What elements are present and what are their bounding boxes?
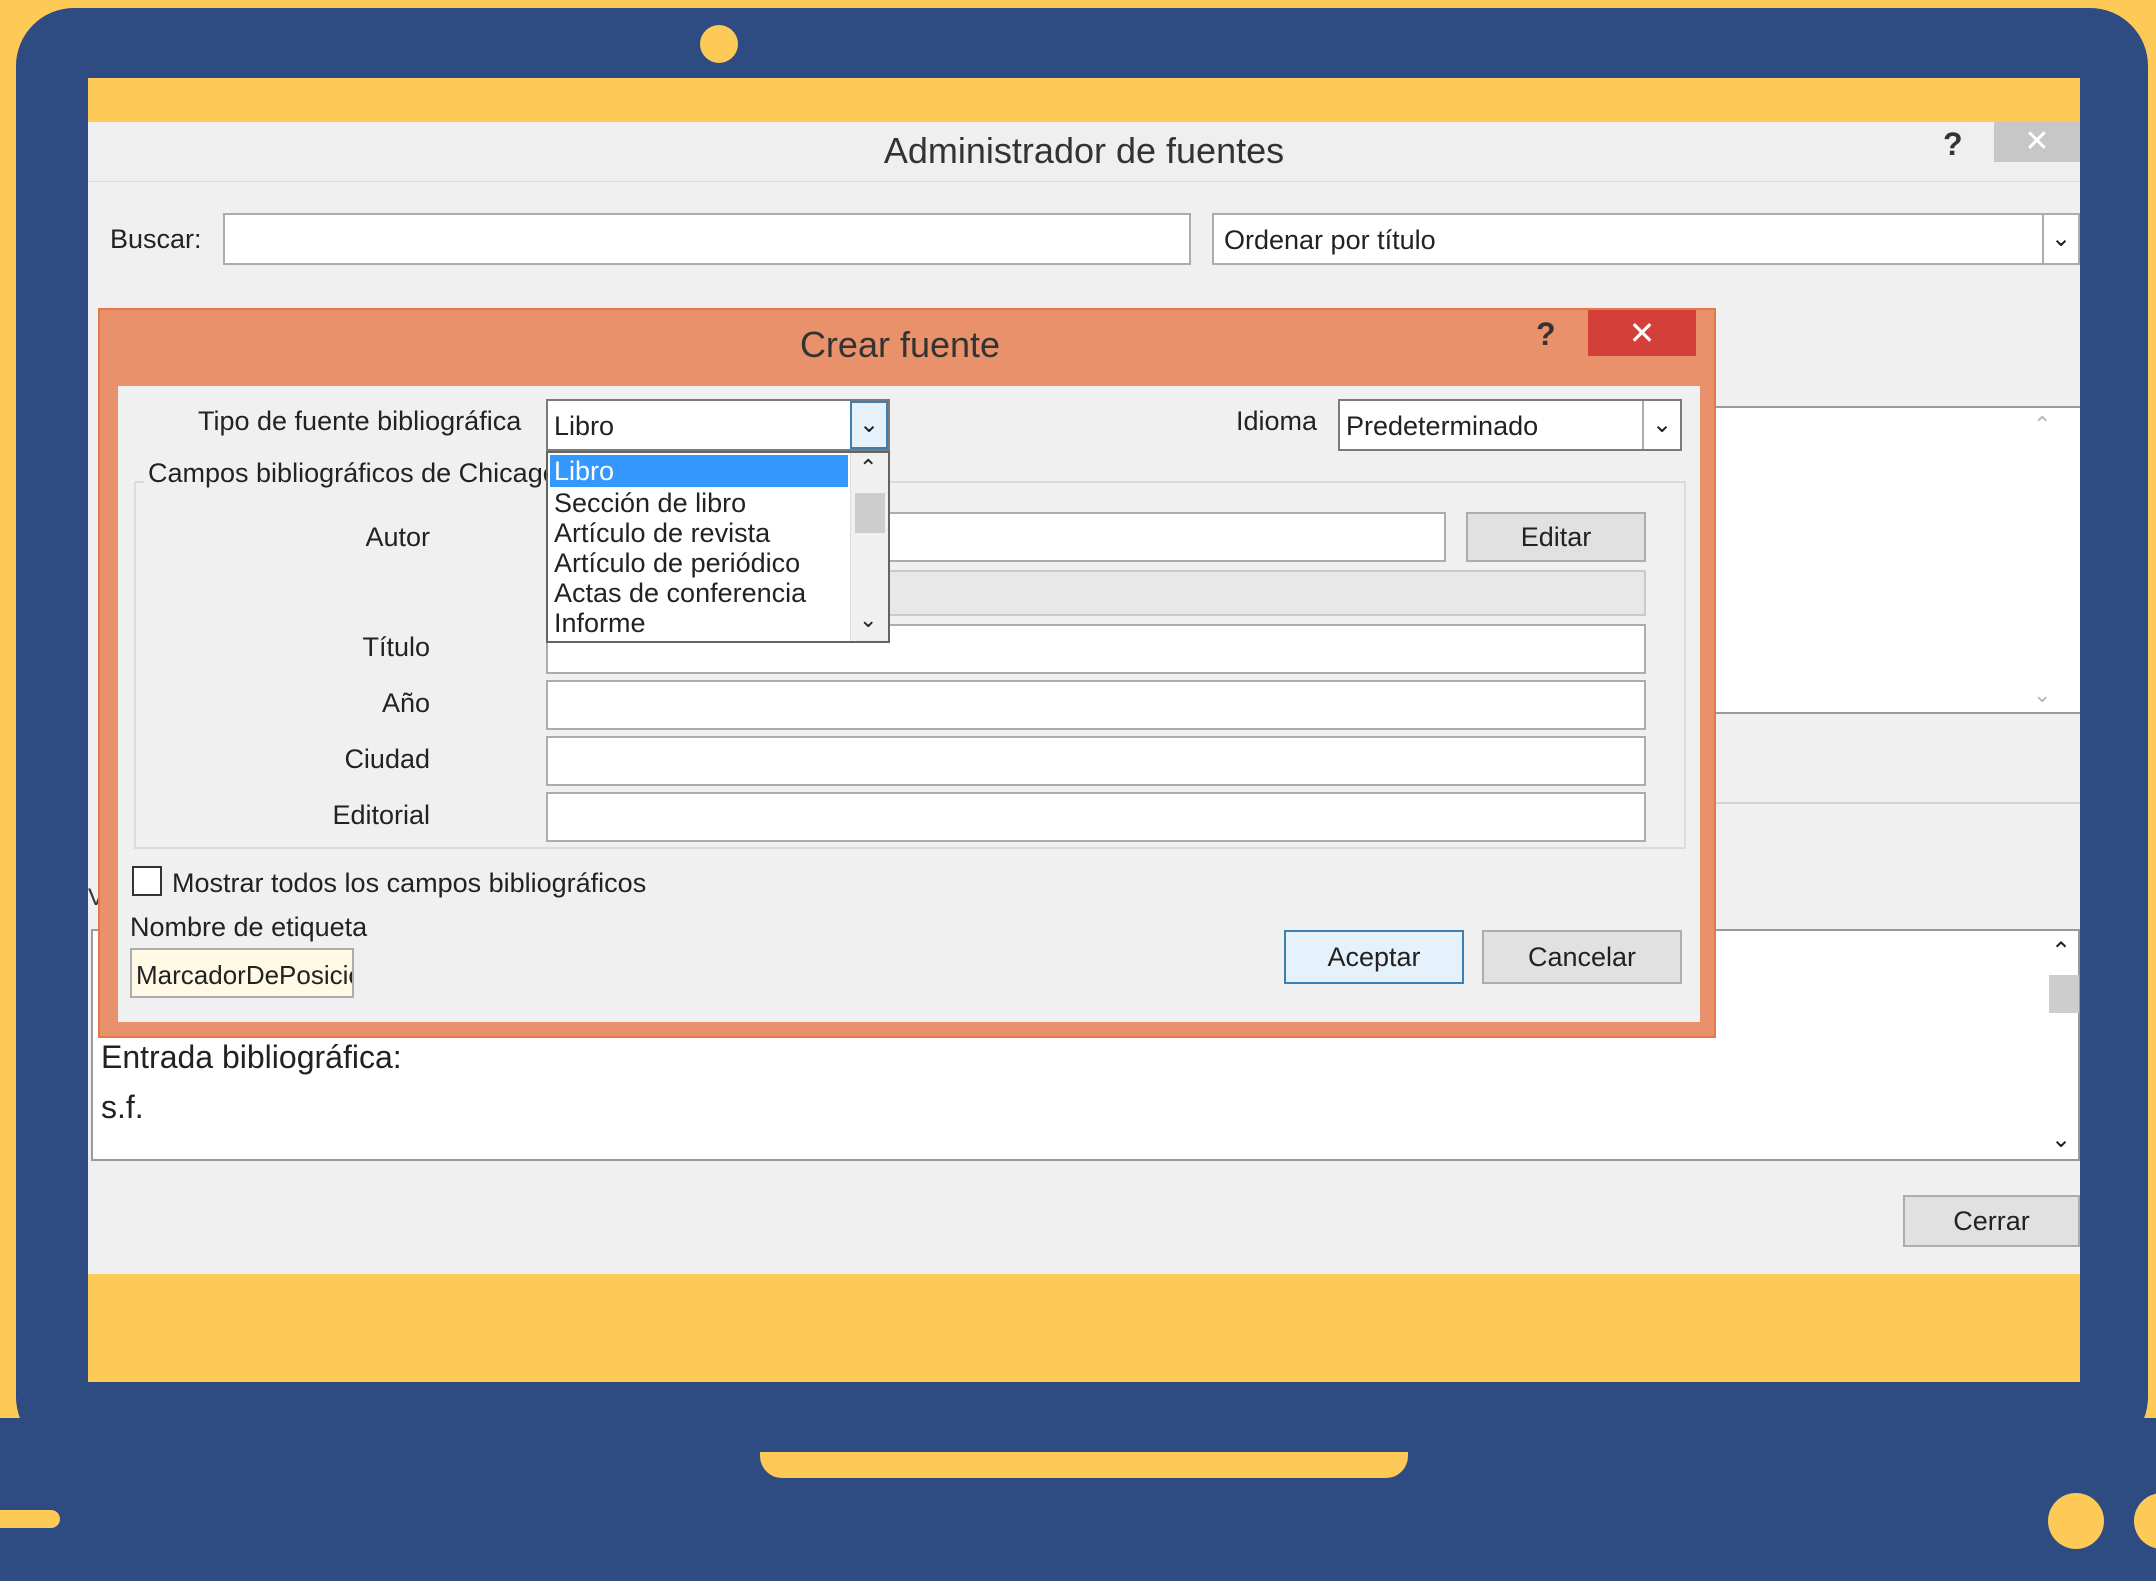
tag-name-label: Nombre de etiqueta [130,912,368,942]
tag-name-input[interactable]: MarcadorDePosicio [130,948,354,998]
scroll-thumb[interactable] [2049,975,2079,1013]
chevron-down-icon[interactable]: ⌄ [850,401,888,449]
edit-button[interactable]: Editar [1466,512,1646,562]
preview-text: s.f. [101,1089,144,1125]
city-label: Ciudad [344,744,430,774]
author-label: Autor [365,522,430,552]
dropdown-option[interactable]: Informe [550,607,848,639]
group-label: Campos bibliográficos de Chicago, [144,458,570,489]
chevron-down-icon[interactable]: ⌄ [2033,682,2051,708]
close-icon[interactable]: ✕ [1588,310,1696,356]
language-value: Predeterminado [1346,411,1539,441]
source-type-select[interactable]: Libro ⌄ [546,399,890,451]
show-all-fields-checkbox[interactable] [132,866,162,896]
chevron-down-icon[interactable]: ⌄ [1642,401,1680,449]
cancel-button[interactable]: Cancelar [1482,930,1682,984]
dropdown-option[interactable]: Libro [550,455,848,487]
laptop-hinge [760,1452,1408,1478]
year-input[interactable] [546,680,1646,730]
language-label: Idioma [1236,406,1318,436]
search-input[interactable] [223,213,1191,265]
search-label: Buscar: [110,224,202,254]
source-type-value: Libro [554,411,615,441]
laptop-screen: Administrador de fuentes ? ✕ Buscar: Ord… [88,78,2080,1382]
publisher-label: Editorial [332,800,430,830]
preview-heading: Entrada bibliográfica: [101,1039,402,1075]
help-icon[interactable]: ? [1943,126,1963,163]
dialog-body: Tipo de fuente bibliográfica Libro ⌄ Idi… [118,386,1700,1022]
camera-dot [700,25,738,63]
chevron-down-icon[interactable]: ⌄ [2051,1125,2071,1154]
year-label: Año [381,688,430,718]
divider [1688,802,2080,804]
sort-select-value: Ordenar por título [1224,225,1436,255]
dropdown-option[interactable]: Actas de conferencia [550,577,848,609]
close-button[interactable]: Cerrar [1903,1195,2080,1247]
scroll-thumb[interactable] [855,493,885,533]
decorative-line [0,1510,60,1528]
dropdown-option[interactable]: Artículo de periódico [550,547,848,579]
chevron-down-icon[interactable]: ⌄ [2042,215,2078,263]
show-all-fields-label[interactable]: Mostrar todos los campos bibliográficos [172,868,646,899]
chevron-up-icon[interactable]: ⌃ [2033,412,2051,438]
language-select[interactable]: Predeterminado ⌄ [1338,399,1682,451]
source-type-dropdown-list[interactable]: Libro Sección de libro Artículo de revis… [546,451,890,643]
decorative-dot [2048,1493,2104,1549]
title-label: Título [362,632,430,662]
tag-name-value: MarcadorDePosicio [136,960,354,990]
preview-scrollbar[interactable]: ⌃ ⌄ [2049,933,2079,1159]
close-icon[interactable]: ✕ [1994,122,2080,162]
help-icon[interactable]: ? [1536,316,1556,353]
dropdown-option[interactable]: Artículo de revista [550,517,848,549]
chevron-up-icon[interactable]: ⌃ [859,455,877,481]
laptop-base [0,1418,2156,1581]
dropdown-scrollbar[interactable]: ⌃ ⌄ [850,453,888,641]
sort-select[interactable]: Ordenar por título ⌄ [1212,213,2080,265]
current-list-panel[interactable] [1688,406,2080,714]
dropdown-option[interactable]: Sección de libro [550,487,848,519]
create-source-dialog: Crear fuente ? ✕ Tipo de fuente bibliogr… [98,308,1716,1038]
publisher-input[interactable] [546,792,1646,842]
source-type-label: Tipo de fuente bibliográfica [198,406,522,436]
city-input[interactable] [546,736,1646,786]
ok-button[interactable]: Aceptar [1284,930,1464,984]
title-bar: Administrador de fuentes ? ✕ [88,122,2080,182]
chevron-up-icon[interactable]: ⌃ [2051,937,2071,966]
window-title: Administrador de fuentes [883,130,1285,171]
dialog-title: Crear fuente [799,324,1001,365]
chevron-down-icon[interactable]: ⌄ [859,607,877,633]
